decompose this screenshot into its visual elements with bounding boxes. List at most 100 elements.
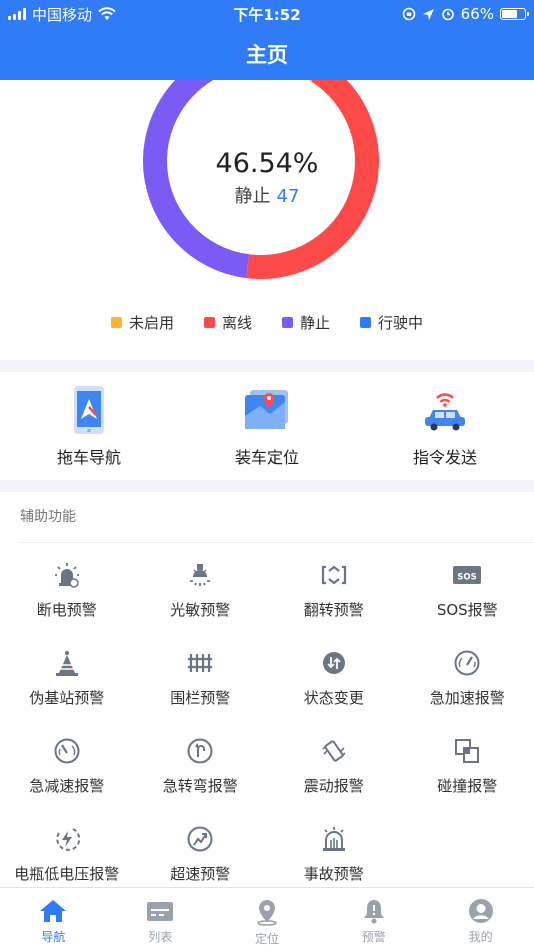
tab-label: 导航 [41, 930, 66, 944]
sharp-turn-icon [185, 736, 215, 766]
chart-center-status-count: 47 [276, 186, 300, 207]
carrier-label: 中国移动 [32, 5, 93, 24]
car-signal-icon [417, 384, 473, 436]
screen-lock-icon [402, 7, 415, 21]
tab-navigation[interactable]: 导航 [0, 888, 107, 950]
aux-function-label: 事故预警 [303, 865, 364, 883]
bell-icon [363, 900, 384, 924]
fence-icon [185, 648, 215, 678]
section-title: 辅助功能 [20, 509, 76, 525]
light-sensor-alarm-button[interactable]: 光敏预警 [134, 543, 268, 631]
aux-function-label: 围栏预警 [170, 689, 231, 707]
tab-label: 列表 [148, 930, 173, 944]
status-change-button[interactable]: 状态变更 [267, 631, 401, 719]
load-location-button[interactable]: 装车定位 [178, 372, 356, 480]
battery-icon [500, 8, 529, 20]
aux-function-label: 急加速报警 [429, 689, 505, 707]
legend-swatch [282, 317, 293, 328]
power-off-alarm-button[interactable]: 断电预警 [0, 543, 134, 631]
light-sensor-icon [185, 560, 215, 590]
rapid-deceleration-alarm-button[interactable]: 急减速报警 [0, 719, 134, 807]
overspeed-icon [185, 824, 215, 854]
chart-center-percent: 46.54% [215, 148, 319, 179]
legend-item-stationary[interactable]: 静止 [282, 312, 330, 333]
aux-function-label: 状态变更 [303, 689, 364, 707]
aux-function-label: 急转弯报警 [162, 777, 238, 795]
collision-alarm-button[interactable]: 碰撞报警 [401, 719, 534, 807]
deceleration-icon [52, 736, 82, 766]
power-alarm-icon [52, 560, 82, 590]
home-icon [40, 900, 67, 922]
svg-text:SOS: SOS [458, 573, 477, 583]
chart-center-status-label: 静止 [234, 186, 271, 207]
auxiliary-functions: 辅助功能 断电预警 光敏预警 翻转预警 SOS SOS报警 伪基站预警 围栏预警 [0, 492, 534, 887]
tab-profile[interactable]: 我的 [427, 888, 534, 950]
phone-navigation-icon [61, 384, 117, 436]
legend-label: 离线 [221, 314, 252, 332]
aux-function-label: 超速预警 [170, 865, 231, 883]
fake-base-station-icon [52, 648, 82, 678]
aux-function-label: 急减速报警 [29, 777, 105, 795]
overspeed-alarm-button[interactable]: 超速预警 [134, 807, 268, 895]
sos-icon: SOS [452, 560, 482, 590]
aux-function-label: 光敏预警 [170, 601, 231, 619]
legend-item-driving[interactable]: 行驶中 [360, 312, 423, 333]
rapid-acceleration-alarm-button[interactable]: 急加速报警 [401, 631, 534, 719]
profile-icon [468, 899, 493, 923]
fence-alarm-button[interactable]: 围栏预警 [134, 631, 268, 719]
nav-bar: 主页 [0, 28, 534, 80]
aux-function-label: 震动报警 [303, 777, 364, 795]
alarm-clock-icon [441, 8, 454, 21]
tab-location[interactable]: 定位 [214, 888, 321, 950]
list-icon [147, 902, 174, 921]
status-bar: 中国移动 下午1:52 66% [0, 0, 534, 28]
signal-icon [8, 8, 26, 20]
chart-legend: 未启用 离线 静止 行驶中 [0, 312, 534, 333]
page-title: 主页 [246, 43, 288, 67]
chart-center-status: 静止 47 [0, 182, 534, 208]
legend-item-unused[interactable]: 未启用 [110, 312, 174, 333]
aux-function-label: SOS报警 [436, 601, 498, 619]
fake-base-station-alarm-button[interactable]: 伪基站预警 [0, 631, 134, 719]
low-voltage-alarm-button[interactable]: 电瓶低电压报警 [0, 807, 134, 895]
vibration-alarm-button[interactable]: 震动报警 [267, 719, 401, 807]
legend-swatch [203, 317, 215, 328]
acceleration-icon [452, 648, 482, 678]
tab-label: 定位 [254, 932, 279, 946]
sos-alarm-button[interactable]: SOS SOS报警 [401, 543, 534, 631]
wifi-icon [98, 7, 116, 20]
main-functions: 拖车导航 装车定位 指令发送 [0, 372, 534, 480]
legend-swatch [110, 317, 122, 328]
status-time: 下午1:52 [233, 5, 301, 24]
accident-alarm-icon [319, 824, 349, 854]
legend-label: 未启用 [128, 314, 174, 332]
aux-function-label: 断电预警 [36, 601, 97, 619]
battery-percent: 66% [460, 5, 494, 23]
tab-label: 预警 [361, 930, 386, 944]
aux-function-label: 翻转预警 [303, 601, 364, 619]
tow-navigation-button[interactable]: 拖车导航 [0, 372, 178, 480]
vibration-icon [319, 736, 349, 766]
legend-label: 行驶中 [378, 314, 424, 332]
legend-item-offline[interactable]: 离线 [203, 312, 252, 333]
main-function-label: 拖车导航 [56, 448, 121, 467]
tab-list[interactable]: 列表 [107, 888, 214, 950]
map-location-icon [239, 384, 295, 436]
tab-bar: 导航 列表 定位 预警 我的 [0, 887, 534, 950]
aux-function-label: 电瓶低电压报警 [14, 865, 120, 883]
low-voltage-icon [52, 824, 82, 854]
tab-label: 我的 [468, 930, 493, 944]
main-function-label: 指令发送 [412, 448, 477, 467]
legend-swatch [360, 317, 372, 328]
send-command-button[interactable]: 指令发送 [356, 372, 534, 480]
accident-alarm-button[interactable]: 事故预警 [267, 807, 401, 895]
status-change-icon [319, 648, 349, 678]
sharp-turn-alarm-button[interactable]: 急转弯报警 [134, 719, 268, 807]
flip-alarm-button[interactable]: 翻转预警 [267, 543, 401, 631]
aux-function-label: 碰撞报警 [437, 777, 498, 795]
main-function-label: 装车定位 [234, 448, 299, 467]
flip-icon [319, 560, 349, 590]
aux-function-label: 伪基站预警 [29, 689, 105, 707]
location-pin-icon [257, 900, 277, 926]
tab-alerts[interactable]: 预警 [320, 888, 427, 950]
